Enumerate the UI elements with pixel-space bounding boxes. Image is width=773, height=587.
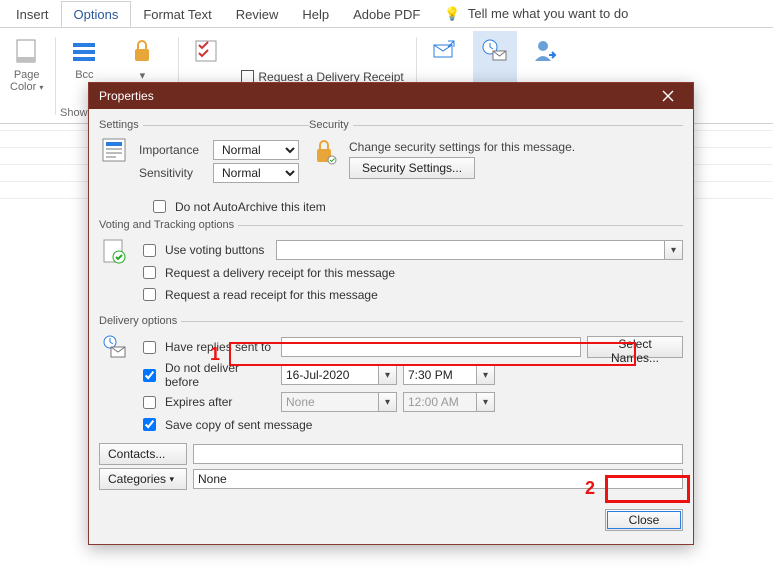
settings-icon [99, 137, 129, 163]
expires-after-check[interactable]: Expires after [139, 393, 275, 412]
bcc-icon [68, 35, 100, 67]
select-names-button[interactable]: Select Names... [587, 336, 683, 358]
voting-buttons-input[interactable] [277, 241, 664, 259]
delivery-receipt-check[interactable]: Request a delivery receipt for this mess… [139, 263, 395, 282]
use-voting-checkbox[interactable] [143, 244, 156, 257]
group-security: Security Change security settings for th… [309, 119, 683, 184]
annotation-number-2: 2 [585, 478, 595, 499]
replies-input[interactable] [281, 337, 581, 357]
ribbon-tabs: Insert Options Format Text Review Help A… [0, 0, 773, 28]
direct-replies-icon [529, 35, 561, 67]
delivery-receipt-checkbox2[interactable] [143, 266, 156, 279]
group-settings-legend: Settings [99, 119, 143, 131]
replies-check[interactable]: Have replies sent to [139, 338, 275, 357]
expires-date-combo: ▾ [281, 392, 397, 412]
tab-adobe-pdf[interactable]: Adobe PDF [341, 2, 432, 26]
tell-me-label: Tell me what you want to do [468, 6, 628, 21]
sensitivity-label: Sensitivity [139, 166, 207, 180]
tab-insert[interactable]: Insert [4, 2, 61, 26]
importance-label: Importance [139, 143, 207, 157]
use-voting-label: Use voting buttons [165, 243, 264, 257]
expires-time-input [404, 393, 476, 411]
delivery-receipt-label2: Request a delivery receipt for this mess… [165, 266, 395, 280]
expires-after-checkbox[interactable] [143, 396, 156, 409]
annotation-number-1: 1 [210, 344, 220, 365]
expires-date-input [282, 393, 378, 411]
no-autoarchive-label: Do not AutoArchive this item [175, 200, 326, 214]
no-autoarchive-check[interactable]: Do not AutoArchive this item [149, 197, 326, 216]
close-button[interactable]: Close [605, 509, 683, 531]
chevron-down-icon: ▾ [476, 393, 494, 411]
no-deliver-before-check[interactable]: Do not deliver before [139, 361, 275, 389]
contacts-button[interactable]: Contacts... [99, 443, 187, 465]
save-copy-check[interactable]: Save copy of sent message [139, 415, 312, 434]
group-voting-legend: Voting and Tracking options [99, 219, 238, 231]
page-color-icon [11, 35, 43, 67]
read-receipt-check[interactable]: Request a read receipt for this message [139, 285, 378, 304]
tab-review[interactable]: Review [224, 2, 291, 26]
group-security-legend: Security [309, 119, 353, 131]
delay-delivery-icon [479, 35, 511, 67]
tracking-icon [191, 35, 223, 67]
group-delivery: Delivery options Have replies sent to Se… [99, 315, 683, 495]
group-voting: Voting and Tracking options Use voting b… [99, 219, 683, 309]
security-msg: Change security settings for this messag… [349, 140, 575, 154]
page-color-label: PageColor ▾ [10, 69, 43, 93]
expires-time-combo: ▾ [403, 392, 495, 412]
delivery-icon [99, 333, 129, 361]
chevron-down-icon: ▾ [378, 393, 396, 411]
ribbon-group-show: Show [60, 107, 88, 119]
ribbon-sep-1 [55, 37, 56, 115]
lightbulb-icon: 💡 [444, 6, 460, 21]
read-receipt-checkbox[interactable] [143, 288, 156, 301]
chevron-down-icon[interactable]: ▾ [378, 366, 396, 384]
save-copy-checkbox[interactable] [143, 418, 156, 431]
tab-help[interactable]: Help [290, 2, 341, 26]
dialog-close-x[interactable] [649, 83, 687, 109]
no-autoarchive-checkbox[interactable] [153, 200, 166, 213]
save-copy-label: Save copy of sent message [165, 418, 312, 432]
security-settings-button[interactable]: Security Settings... [349, 157, 475, 179]
deliver-time-combo[interactable]: ▾ [403, 365, 495, 385]
properties-dialog: Properties Settings Importance [88, 82, 694, 545]
dialog-titlebar[interactable]: Properties [89, 83, 693, 109]
contacts-input[interactable] [193, 444, 683, 464]
no-deliver-before-checkbox[interactable] [143, 369, 156, 382]
lock-icon [126, 35, 158, 67]
save-sent-icon [429, 35, 461, 67]
group-delivery-legend: Delivery options [99, 315, 181, 327]
sensitivity-select[interactable]: Normal [213, 163, 299, 183]
close-icon [662, 90, 674, 102]
bcc-label: Bcc [75, 69, 93, 81]
categories-button[interactable]: Categories ▾ [99, 468, 187, 490]
chevron-down-icon[interactable]: ▾ [476, 366, 494, 384]
tab-tell-me[interactable]: 💡 Tell me what you want to do [432, 1, 640, 26]
categories-input[interactable] [193, 469, 683, 489]
use-voting-check[interactable]: Use voting buttons [139, 241, 264, 260]
chevron-down-icon: ▾ [169, 474, 174, 485]
chevron-down-icon[interactable]: ▾ [664, 241, 682, 259]
replies-checkbox[interactable] [143, 341, 156, 354]
security-icon [309, 137, 339, 167]
ribbon-page-color[interactable]: PageColor ▾ [4, 31, 49, 121]
permission-dd: ▾ [140, 69, 146, 82]
voting-buttons-combo[interactable]: ▾ [276, 240, 683, 260]
importance-select[interactable]: Normal [213, 140, 299, 160]
dialog-title: Properties [99, 89, 154, 103]
expires-after-label: Expires after [165, 395, 232, 409]
read-receipt-label: Request a read receipt for this message [165, 288, 378, 302]
no-deliver-before-label: Do not deliver before [165, 361, 275, 389]
tab-format-text[interactable]: Format Text [131, 2, 223, 26]
group-settings: Settings Importance Normal [99, 119, 309, 188]
categories-label: Categories [108, 472, 166, 486]
deliver-date-input[interactable] [282, 366, 378, 384]
voting-icon [99, 237, 129, 267]
tab-options[interactable]: Options [61, 1, 132, 27]
deliver-time-input[interactable] [404, 366, 476, 384]
deliver-date-combo[interactable]: ▾ [281, 365, 397, 385]
